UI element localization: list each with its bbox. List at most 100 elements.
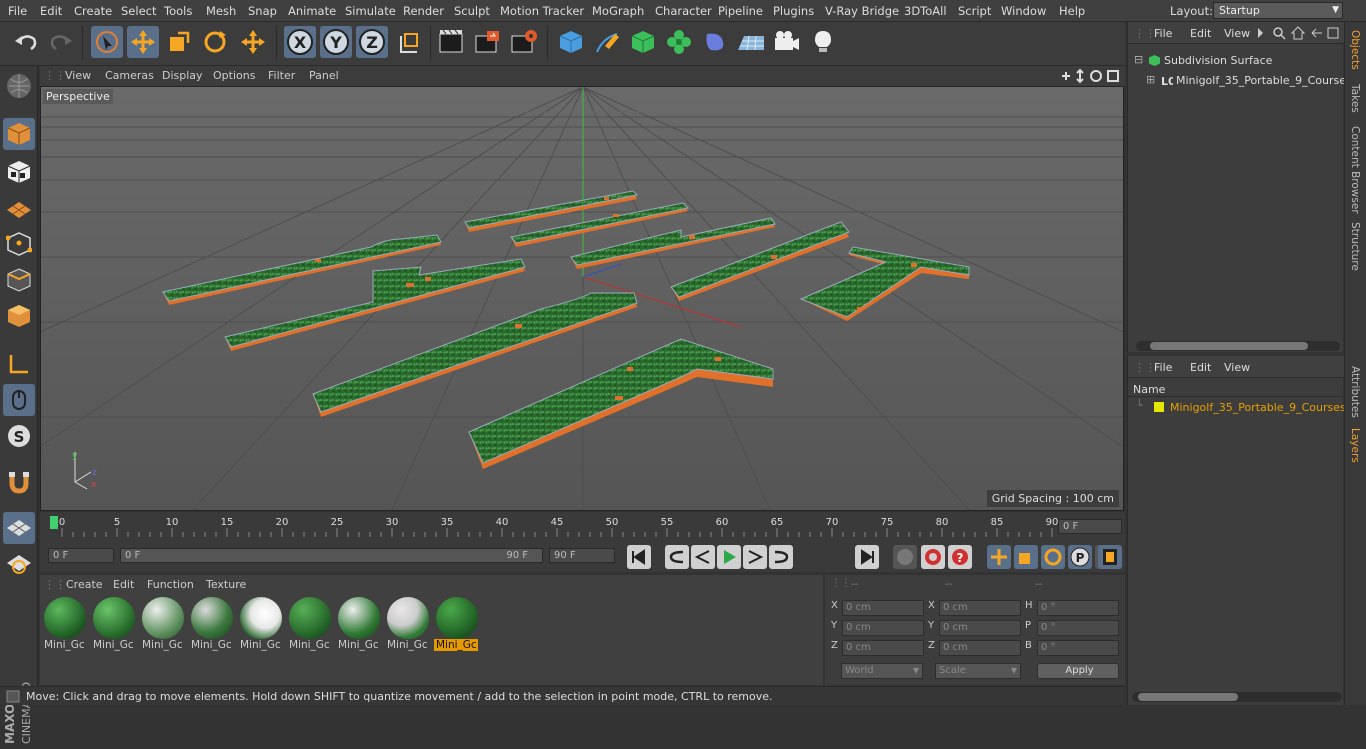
timeline-window-icon[interactable]	[1096, 544, 1124, 570]
expand-icon[interactable]: ⊞	[1146, 73, 1155, 86]
menu-motion-tracker[interactable]: Motion Tracker	[500, 4, 584, 18]
perspective-viewport[interactable]: y z x Perspective Grid Spacing : 100 cm	[40, 86, 1124, 511]
render-view-icon[interactable]	[436, 26, 468, 58]
menu-sculpt[interactable]: Sculpt	[454, 4, 490, 18]
move-icon[interactable]	[127, 26, 159, 58]
coord-size-field[interactable]: 0 cm	[939, 620, 1021, 636]
next-key-icon[interactable]	[769, 545, 793, 569]
tab-takes[interactable]: Takes	[1349, 84, 1361, 113]
tab-objects[interactable]: Objects	[1349, 30, 1361, 70]
light-icon[interactable]	[807, 26, 839, 58]
menu-create[interactable]: Create	[74, 4, 112, 18]
coord-rotation-field[interactable]: 0 °	[1037, 600, 1119, 616]
render-picture-viewer-icon[interactable]	[472, 26, 504, 58]
x-axis-icon[interactable]: X	[284, 26, 316, 58]
timeline-ruler[interactable]: 0 5 10 15 20 25 30 35 40 45 50 55 60 65 70 75 80 85 90 0 F	[40, 512, 1125, 542]
goto-end-icon[interactable]	[855, 545, 879, 569]
end-frame-field[interactable]: 90 F	[549, 548, 615, 563]
current-frame-field[interactable]: 0 F	[1058, 519, 1122, 534]
menu-pipeline[interactable]: Pipeline	[718, 4, 763, 18]
menu-animate[interactable]: Animate	[288, 4, 336, 18]
layer-menu-view[interactable]: View	[1224, 361, 1250, 374]
viewport-nav-icons[interactable]	[1058, 68, 1124, 84]
prev-key-icon[interactable]	[665, 545, 689, 569]
material-swatch[interactable]: Mini_Gc	[434, 597, 480, 653]
key-position-icon[interactable]	[987, 545, 1011, 569]
world-coordinates-icon[interactable]	[393, 26, 425, 58]
menu-snap[interactable]: Snap	[248, 4, 277, 18]
layer-menu-edit[interactable]: Edit	[1190, 361, 1211, 374]
material-menu-function[interactable]: Function	[147, 578, 194, 591]
viewport-menu-options[interactable]: Options	[213, 69, 255, 82]
coord-position-field[interactable]: 0 cm	[842, 620, 924, 636]
prev-frame-icon[interactable]	[691, 545, 715, 569]
menu-help[interactable]: Help	[1059, 4, 1085, 18]
size-mode-select[interactable]: Scale ▼	[935, 663, 1021, 679]
object-scrollbar[interactable]	[1136, 341, 1340, 351]
viewport-solo-icon[interactable]	[3, 548, 35, 580]
menu-script[interactable]: Script	[958, 4, 991, 18]
record-icon[interactable]	[921, 545, 945, 569]
tab-structure[interactable]: Structure	[1349, 222, 1361, 271]
layer-name-column[interactable]: Name	[1133, 383, 1165, 396]
menu-simulate[interactable]: Simulate	[345, 4, 396, 18]
make-editable-icon[interactable]	[3, 70, 35, 102]
menu-window[interactable]: Window	[1001, 4, 1046, 18]
drag-handle-icon[interactable]: ⋮⋮	[831, 578, 851, 589]
layout-select[interactable]: Startup ▼	[1213, 2, 1343, 19]
layer-scrollbar[interactable]	[1132, 692, 1342, 702]
object-row-subdivision[interactable]: ⊟ Subdivision Surface	[1132, 52, 1342, 70]
drag-handle-icon[interactable]: ⋮⋮	[44, 578, 66, 591]
viewport-menu-cameras[interactable]: Cameras	[105, 69, 154, 82]
coord-rotation-field[interactable]: 0 °	[1037, 640, 1119, 656]
key-param-icon[interactable]: P	[1068, 545, 1092, 569]
material-swatch[interactable]: Mini_Gc	[336, 597, 382, 653]
layer-color-swatch[interactable]	[1154, 402, 1164, 412]
viewport-menu-filter[interactable]: Filter	[268, 69, 295, 82]
workplane-icon[interactable]	[3, 192, 35, 224]
snap-icon[interactable]: S	[3, 420, 35, 452]
drag-handle-icon[interactable]: ⋮⋮	[44, 69, 66, 82]
live-selection-icon[interactable]	[91, 26, 123, 58]
play-icon[interactable]	[717, 545, 741, 569]
material-swatch[interactable]: Mini_Gc	[140, 597, 186, 653]
tweak-mode-icon[interactable]	[3, 384, 35, 416]
menu-mesh[interactable]: Mesh	[206, 4, 236, 18]
coord-size-field[interactable]: 0 cm	[939, 640, 1021, 656]
record-motion-icon[interactable]	[893, 545, 917, 569]
object-row-minigolf[interactable]: ⊞ L0 Minigolf_35_Portable_9_Courses	[1132, 72, 1344, 90]
object-menu-view[interactable]: View	[1224, 27, 1250, 40]
start-frame-field[interactable]: 0 F	[48, 548, 114, 563]
points-mode-icon[interactable]	[3, 228, 35, 260]
rotate-icon[interactable]	[199, 26, 231, 58]
z-axis-icon[interactable]: Z	[356, 26, 388, 58]
key-scale-icon[interactable]	[1014, 545, 1038, 569]
menu-mograph[interactable]: MoGraph	[592, 4, 644, 18]
object-menu-file[interactable]: File	[1154, 27, 1172, 40]
camera-icon[interactable]	[771, 26, 803, 58]
menu-select[interactable]: Select	[121, 4, 156, 18]
recent-tool-icon[interactable]	[237, 26, 269, 58]
pen-icon[interactable]	[591, 26, 623, 58]
object-toolbar-icons[interactable]	[1256, 26, 1342, 40]
tab-attributes[interactable]: Attributes	[1349, 366, 1361, 418]
viewport-menu-panel[interactable]: Panel	[309, 69, 339, 82]
coord-system-select[interactable]: World ▼	[841, 663, 923, 679]
menu-vray-bridge[interactable]: V-Ray Bridge	[825, 4, 899, 18]
edit-render-settings-icon[interactable]	[508, 26, 540, 58]
menu-tools[interactable]: Tools	[164, 4, 192, 18]
magnet-icon[interactable]	[3, 466, 35, 498]
collapse-icon[interactable]: ⊟	[1134, 53, 1143, 66]
coord-position-field[interactable]: 0 cm	[842, 600, 924, 616]
material-swatch[interactable]: Mini_Gc	[42, 597, 88, 653]
drag-handle-icon[interactable]: ⋮⋮	[1134, 361, 1156, 374]
key-rotation-icon[interactable]	[1041, 545, 1065, 569]
material-menu-create[interactable]: Create	[66, 578, 103, 591]
material-swatch[interactable]: Mini_Gc	[91, 597, 137, 653]
deformer-icon[interactable]	[699, 26, 731, 58]
material-menu-texture[interactable]: Texture	[206, 578, 246, 591]
enable-axis-icon[interactable]	[3, 512, 35, 544]
menu-render[interactable]: Render	[403, 4, 444, 18]
redo-icon[interactable]	[45, 26, 77, 58]
drag-handle-icon[interactable]: ⋮⋮	[1134, 27, 1156, 40]
